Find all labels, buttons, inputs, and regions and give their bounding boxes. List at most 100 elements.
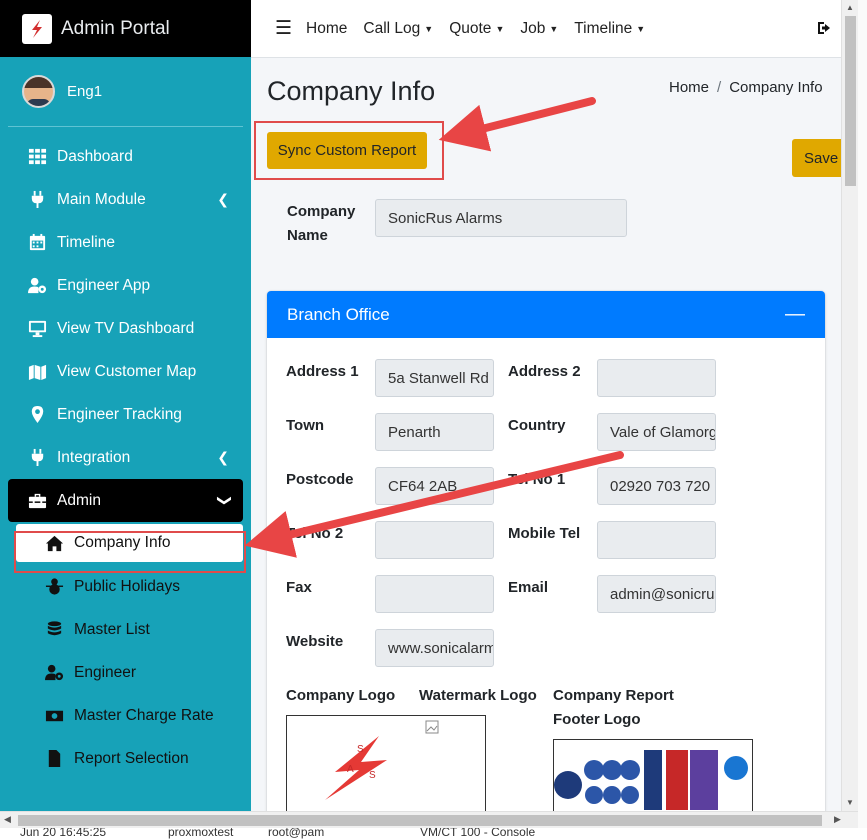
fax-label: Fax bbox=[286, 579, 312, 596]
card-title: Branch Office bbox=[287, 304, 390, 324]
page-title: Company Info bbox=[267, 76, 436, 106]
user-panel[interactable]: Eng1 bbox=[8, 57, 243, 127]
database-icon bbox=[44, 620, 64, 640]
breadcrumb: Home / Company Info bbox=[669, 79, 823, 96]
svg-text:A: A bbox=[347, 764, 354, 775]
calendar-icon bbox=[27, 233, 47, 253]
brand-logo-icon bbox=[22, 13, 52, 44]
sidebar-item-admin[interactable]: Admin ❮ bbox=[8, 479, 243, 522]
brand-title: Admin Portal bbox=[61, 17, 170, 39]
sidebar-item-label: Timeline bbox=[57, 233, 115, 251]
sidebar-subitem-engineer[interactable]: Engineer bbox=[0, 651, 251, 694]
address2-field[interactable] bbox=[597, 359, 716, 397]
tel2-field[interactable] bbox=[375, 521, 494, 559]
sidebar-item-view-tv-dashboard[interactable]: View TV Dashboard bbox=[0, 307, 251, 350]
sidebar-item-timeline[interactable]: Timeline bbox=[0, 221, 251, 264]
tel1-label: Tel No 1 bbox=[508, 471, 566, 488]
scroll-down-icon[interactable]: ▼ bbox=[846, 798, 854, 807]
scroll-left-icon[interactable]: ◀ bbox=[4, 814, 11, 825]
email-field[interactable]: admin@sonicrus bbox=[597, 575, 716, 613]
company-logo-image[interactable]: S A S bbox=[286, 715, 420, 811]
topnav-home[interactable]: Home bbox=[306, 20, 347, 38]
topnav-label: Quote bbox=[449, 19, 492, 37]
broken-image-icon bbox=[425, 720, 439, 738]
tel2-label: Tel No 2 bbox=[286, 525, 344, 542]
topnav-quote[interactable]: Quote ▼ bbox=[449, 20, 504, 38]
user-cog-icon bbox=[44, 663, 64, 683]
country-label: Country bbox=[508, 417, 566, 434]
taskbar-text: VM/CT 100 - Console bbox=[420, 828, 536, 839]
monitor-icon bbox=[27, 319, 47, 339]
tel1-field[interactable]: 02920 703 720 bbox=[597, 467, 716, 505]
company-name-field[interactable]: SonicRus Alarms bbox=[375, 199, 627, 237]
town-field[interactable]: Penarth bbox=[375, 413, 494, 451]
sidebar-item-label: Main Module bbox=[57, 190, 146, 208]
chevron-left-icon: ❮ bbox=[217, 191, 229, 207]
background-window-edge bbox=[858, 0, 867, 840]
file-icon bbox=[44, 749, 64, 769]
address2-label: Address 2 bbox=[508, 363, 581, 380]
annotation-box bbox=[14, 531, 246, 573]
postcode-label: Postcode bbox=[286, 471, 354, 488]
money-icon bbox=[44, 706, 64, 726]
company-name-label: Company Name bbox=[287, 203, 356, 244]
fax-field[interactable] bbox=[375, 575, 494, 613]
avatar bbox=[22, 75, 55, 108]
topnav-call-log[interactable]: Call Log ▼ bbox=[363, 20, 433, 38]
topnav-job[interactable]: Job ▼ bbox=[520, 20, 558, 38]
footer-logo-label: Company Report Footer Logo bbox=[553, 687, 674, 728]
hamburger-menu-icon[interactable]: ☰ bbox=[275, 17, 292, 40]
sidebar-item-dashboard[interactable]: Dashboard bbox=[0, 135, 251, 178]
svg-text:S: S bbox=[369, 770, 376, 781]
watermark-logo-label: Watermark Logo bbox=[419, 687, 537, 704]
sidebar-item-label: Dashboard bbox=[57, 147, 133, 165]
sidebar: Admin Portal Eng1 Dashboard Main Module … bbox=[0, 0, 251, 811]
sidebar-item-main-module[interactable]: Main Module ❮ bbox=[0, 178, 251, 221]
scrollbar-thumb[interactable] bbox=[845, 16, 856, 186]
sidebar-item-label: Public Holidays bbox=[74, 577, 180, 595]
scrollbar-thumb[interactable] bbox=[18, 815, 822, 826]
sidebar-item-engineer-app[interactable]: Engineer App bbox=[0, 264, 251, 307]
address1-label: Address 1 bbox=[286, 363, 359, 380]
sidebar-subitem-master-list[interactable]: Master List bbox=[0, 608, 251, 651]
address1-field[interactable]: 5a Stanwell Rd bbox=[375, 359, 494, 397]
caret-down-icon: ▼ bbox=[495, 23, 505, 34]
postcode-field[interactable]: CF64 2AB bbox=[375, 467, 494, 505]
sidebar-subitem-master-charge-rate[interactable]: Master Charge Rate bbox=[0, 694, 251, 737]
breadcrumb-separator: / bbox=[717, 79, 722, 96]
logout-icon[interactable] bbox=[817, 20, 833, 40]
scroll-up-icon[interactable]: ▲ bbox=[846, 3, 854, 12]
sidebar-item-integration[interactable]: Integration ❮ bbox=[0, 436, 251, 479]
sidebar-subitem-report-selection[interactable]: Report Selection bbox=[0, 737, 251, 780]
taskbar-text: proxmoxtest bbox=[168, 828, 234, 839]
map-icon bbox=[27, 362, 47, 382]
sidebar-item-label: View Customer Map bbox=[57, 362, 197, 380]
snowman-icon bbox=[44, 577, 64, 597]
save-button[interactable]: Save bbox=[792, 139, 841, 177]
sidebar-item-label: Engineer bbox=[74, 663, 137, 681]
topnav-label: Timeline bbox=[574, 19, 633, 37]
brand[interactable]: Admin Portal bbox=[0, 0, 251, 57]
dashboard-icon bbox=[27, 147, 47, 167]
collapse-minus-icon[interactable]: — bbox=[785, 303, 805, 326]
topnav-label: Home bbox=[306, 19, 348, 37]
sidebar-item-view-customer-map[interactable]: View Customer Map bbox=[0, 350, 251, 393]
chevron-down-icon: ❮ bbox=[214, 494, 231, 507]
horizontal-scrollbar[interactable]: ◀ ▶ bbox=[0, 811, 858, 828]
breadcrumb-home[interactable]: Home bbox=[669, 79, 709, 96]
watermark-logo-image[interactable] bbox=[419, 715, 486, 811]
footer-logo-image[interactable] bbox=[553, 739, 753, 811]
sidebar-nav: Dashboard Main Module ❮ Timeline Enginee… bbox=[0, 127, 251, 780]
annotation-box bbox=[254, 121, 444, 180]
mobile-label: Mobile Tel bbox=[508, 525, 581, 542]
topnav-label: Call Log bbox=[363, 19, 421, 37]
mobile-field[interactable] bbox=[597, 521, 716, 559]
website-field[interactable]: www.sonicalarms bbox=[375, 629, 494, 667]
topnav-timeline[interactable]: Timeline ▼ bbox=[574, 20, 645, 38]
vertical-scrollbar[interactable]: ▲ ▼ bbox=[841, 0, 858, 811]
country-field[interactable]: Vale of Glamorgan bbox=[597, 413, 716, 451]
topbar: ☰ Home Call Log ▼ Quote ▼ Job ▼ Timeline ▼ bbox=[251, 0, 841, 58]
plug-icon bbox=[27, 190, 47, 210]
scroll-right-icon[interactable]: ▶ bbox=[834, 814, 841, 825]
sidebar-item-engineer-tracking[interactable]: Engineer Tracking bbox=[0, 393, 251, 436]
